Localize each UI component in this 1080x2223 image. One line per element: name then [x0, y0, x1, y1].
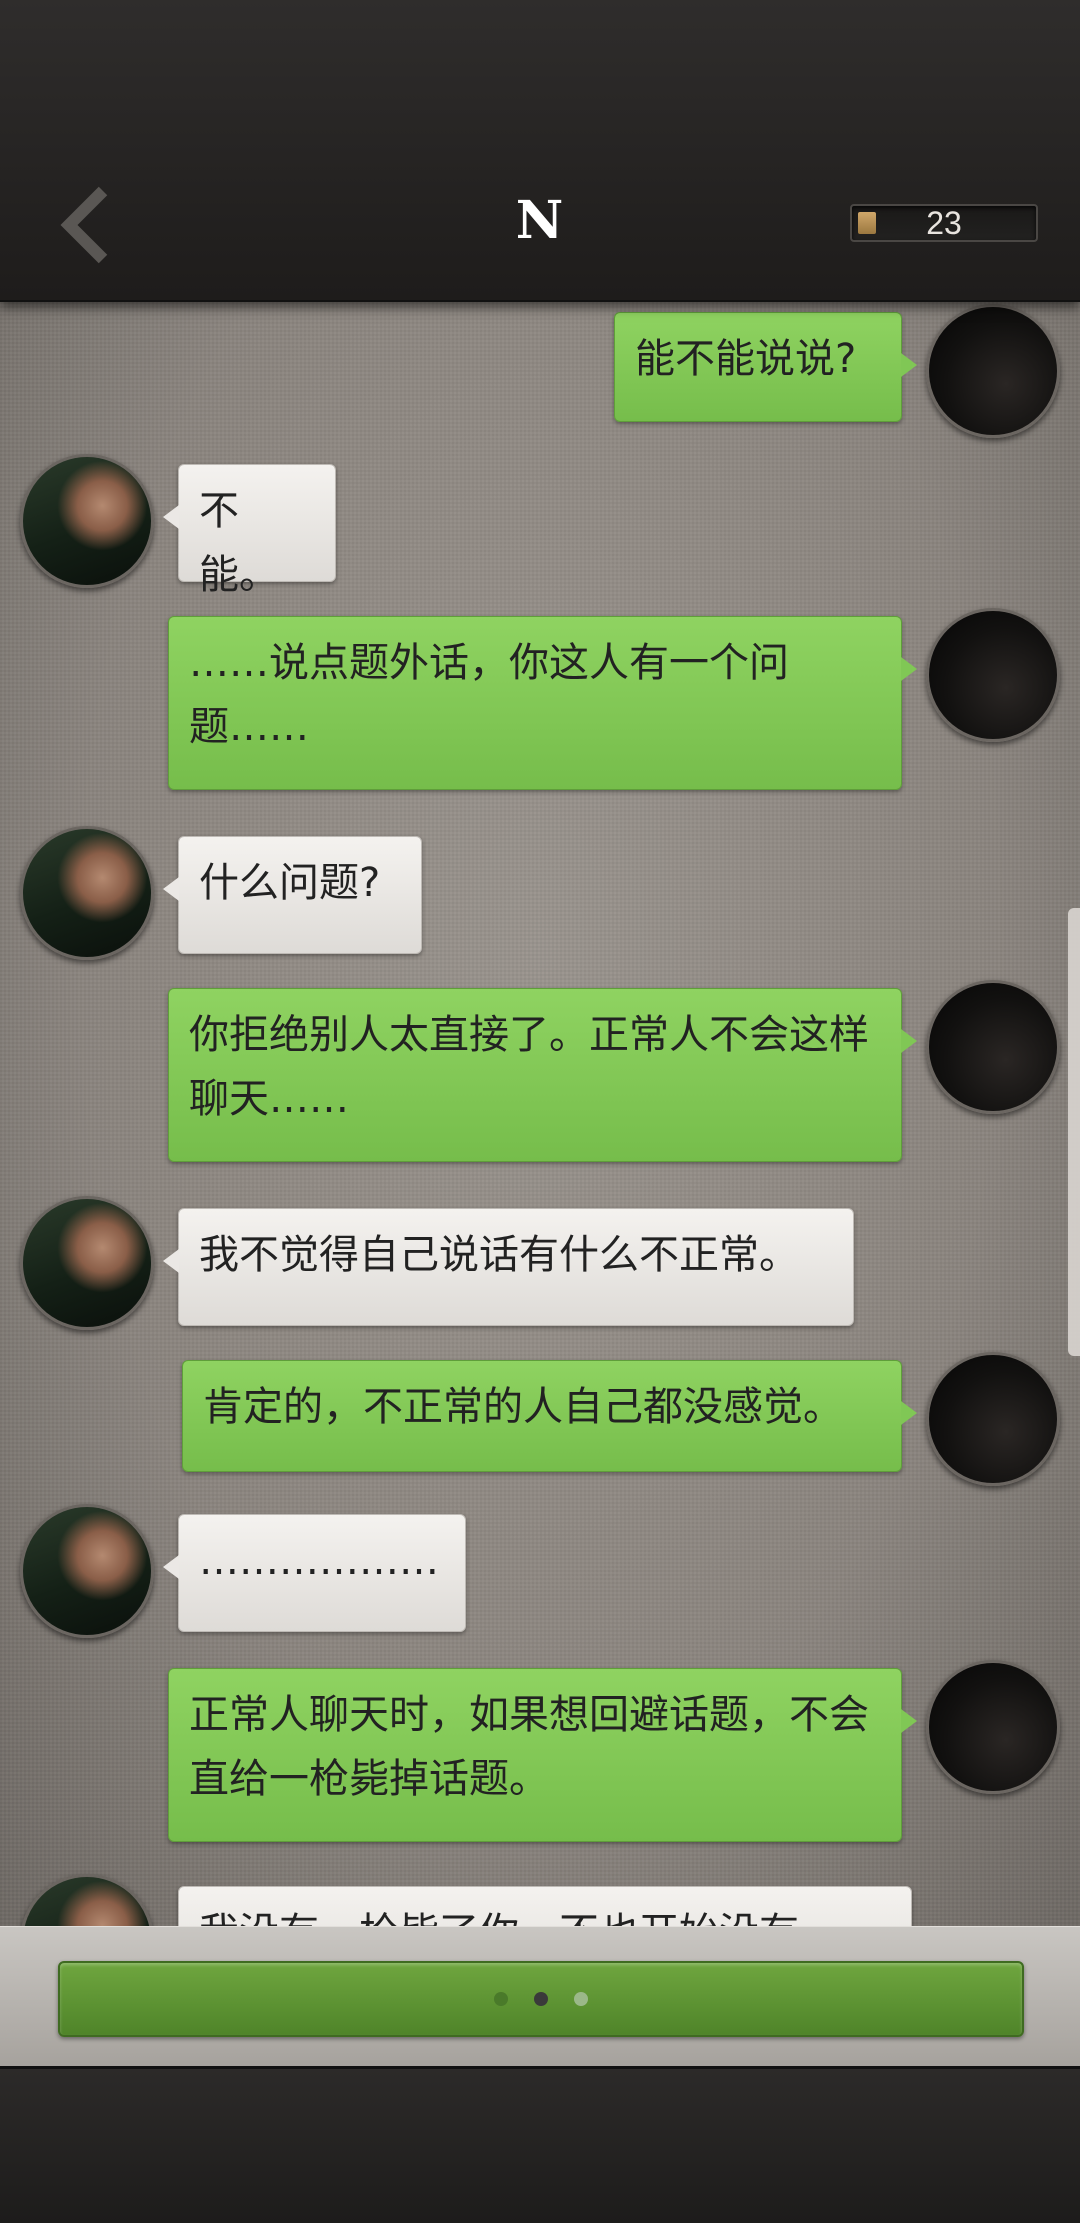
my-message-bubble: 能不能说说?: [614, 312, 917, 422]
bottom-bar: [0, 1926, 1080, 2067]
message-counter: 23: [850, 204, 1038, 242]
contact-avatar[interactable]: [20, 1874, 154, 1928]
contact-message-bubble: 什么问题?: [163, 836, 422, 954]
contact-message-bubble: 不能。: [163, 464, 336, 598]
my-avatar[interactable]: [926, 1660, 1060, 1794]
footer-bar: [0, 2066, 1080, 2223]
my-message-bubble: 你拒绝别人太直接了。正常人不会这样聊天……: [168, 988, 917, 1162]
contact-message-bubble: ………………: [163, 1514, 466, 1632]
my-avatar[interactable]: [926, 1352, 1060, 1486]
my-message-bubble: 肯定的，不正常的人自己都没感觉。: [182, 1360, 917, 1472]
my-avatar[interactable]: [926, 980, 1060, 1114]
my-avatar[interactable]: [926, 304, 1060, 438]
typing-dot: [574, 1992, 588, 2006]
contact-avatar[interactable]: [20, 1504, 154, 1638]
my-message-bubble: 正常人聊天时，如果想回避话题，不会直给一枪毙掉话题。: [168, 1668, 917, 1842]
chat-area[interactable]: 能不能说说? 不能。 ……说点题外话，你这人有一个问题…… 什么问题? 你拒绝别…: [0, 300, 1080, 1928]
typing-dot: [534, 1992, 548, 2006]
contact-message-bubble: 我没有一枪毙了你，不也开始没有: [163, 1886, 912, 1928]
contact-avatar[interactable]: [20, 454, 154, 588]
scrollbar[interactable]: [1068, 908, 1080, 1356]
continue-button[interactable]: [58, 1961, 1024, 2037]
contact-avatar[interactable]: [20, 1196, 154, 1330]
contact-avatar[interactable]: [20, 826, 154, 960]
counter-value: 23: [926, 205, 962, 241]
my-message-bubble: ……说点题外话，你这人有一个问题……: [168, 616, 917, 790]
my-avatar[interactable]: [926, 608, 1060, 742]
top-bar: N 23: [0, 0, 1080, 302]
typing-dot: [494, 1992, 508, 2006]
contact-message-bubble: 我不觉得自己说话有什么不正常。: [163, 1208, 854, 1326]
